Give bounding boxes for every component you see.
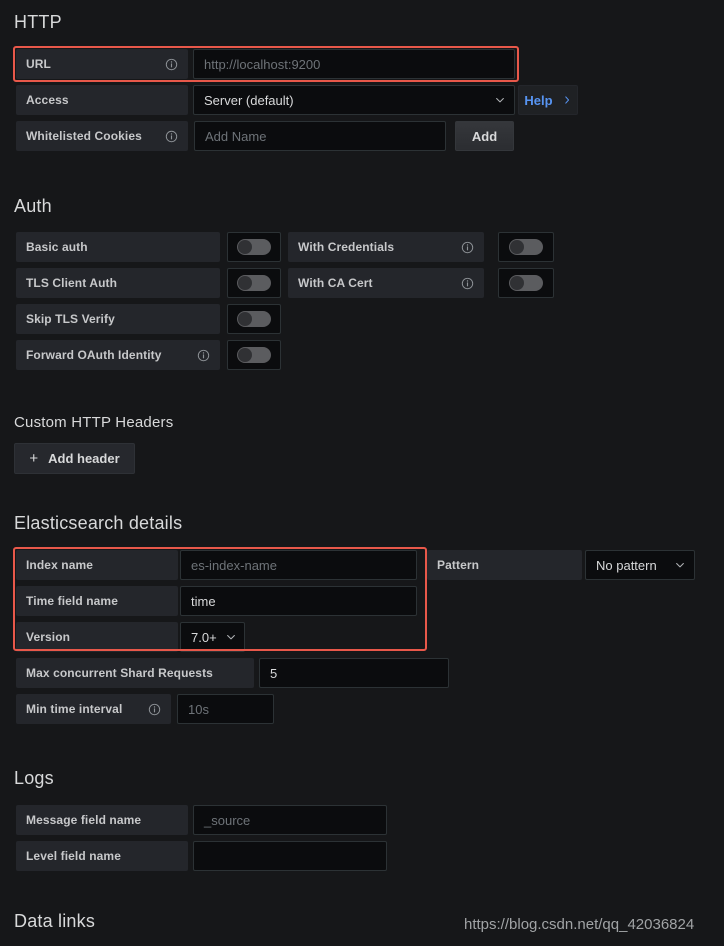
- version-select[interactable]: 7.0+: [180, 622, 245, 652]
- access-select[interactable]: Server (default): [193, 85, 515, 115]
- forward-oauth-identity-toggle[interactable]: [227, 340, 281, 370]
- chevron-down-icon: [666, 559, 686, 571]
- watermark-text: https://blog.csdn.net/qq_42036824: [464, 916, 695, 933]
- with-ca-cert-info-icon[interactable]: [461, 277, 474, 290]
- whitelisted-cookies-input[interactable]: Add Name: [194, 121, 446, 151]
- index-name-label: Index name: [26, 558, 94, 572]
- chevron-down-icon: [486, 94, 506, 106]
- with-ca-cert-label: With CA Cert: [298, 276, 373, 290]
- level-field-name-input[interactable]: [193, 841, 387, 871]
- skip-tls-verify-toggle[interactable]: [227, 304, 281, 334]
- whitelisted-cookies-info-icon[interactable]: [165, 130, 178, 143]
- version-label: Version: [26, 630, 71, 644]
- max-concurrent-shard-requests-input[interactable]: 5: [259, 658, 449, 688]
- min-time-interval-label-box: Min time interval: [16, 694, 171, 724]
- auth-row-skip-tls-verify-label-box: Skip TLS Verify: [16, 304, 220, 334]
- url-info-icon[interactable]: [165, 58, 178, 71]
- message-field-name-label-box: Message field name: [16, 805, 188, 835]
- help-label: Help: [524, 92, 553, 108]
- chevron-right-icon: [562, 95, 572, 105]
- url-label-box: URL: [16, 49, 188, 79]
- time-field-name-label-box: Time field name: [16, 586, 178, 616]
- auth-row-tls-client-auth-label-box: TLS Client Auth: [16, 268, 220, 298]
- access-label-box: Access: [16, 85, 188, 115]
- level-field-name-label-box: Level field name: [16, 841, 188, 871]
- time-field-name-label: Time field name: [26, 594, 118, 608]
- version-value: 7.0+: [191, 629, 217, 645]
- message-field-name-label: Message field name: [26, 813, 142, 827]
- section-title-logs: Logs: [14, 768, 54, 788]
- whitelisted-cookies-label: Whitelisted Cookies: [26, 129, 142, 143]
- plus-icon: +: [29, 450, 39, 467]
- min-time-interval-label: Min time interval: [26, 702, 123, 716]
- basic-auth-label: Basic auth: [26, 240, 88, 254]
- section-title-elasticsearch-details: Elasticsearch details: [14, 513, 183, 533]
- url-label: URL: [26, 57, 51, 71]
- section-title-data-links: Data links: [14, 911, 96, 931]
- message-field-name-input[interactable]: _source: [193, 805, 387, 835]
- toggle-switch: [237, 347, 271, 363]
- auth-row-forward-oauth-identity-label-box: Forward OAuth Identity: [16, 340, 220, 370]
- version-label-box: Version: [16, 622, 178, 652]
- pattern-label: Pattern: [437, 558, 480, 572]
- level-field-name-label: Level field name: [26, 849, 121, 863]
- toggle-switch: [509, 239, 543, 255]
- access-label: Access: [26, 93, 69, 107]
- with-credentials-label: With Credentials: [298, 240, 395, 254]
- add-header-label: Add header: [48, 451, 120, 466]
- toggle-switch: [237, 275, 271, 291]
- with-credentials-info-icon[interactable]: [461, 241, 474, 254]
- with-credentials-toggle[interactable]: [498, 232, 554, 262]
- tls-client-auth-label: TLS Client Auth: [26, 276, 118, 290]
- auth-row-with-credentials-label-box: With Credentials: [288, 232, 484, 262]
- add-cookie-button[interactable]: Add: [455, 121, 514, 151]
- section-title-custom-http-headers: Custom HTTP Headers: [14, 414, 174, 431]
- min-time-interval-input[interactable]: 10s: [177, 694, 274, 724]
- with-ca-cert-toggle[interactable]: [498, 268, 554, 298]
- forward-oauth-identity-label: Forward OAuth Identity: [26, 348, 162, 362]
- toggle-switch: [237, 239, 271, 255]
- basic-auth-toggle[interactable]: [227, 232, 281, 262]
- skip-tls-verify-label: Skip TLS Verify: [26, 312, 115, 326]
- section-title-auth: Auth: [14, 196, 52, 216]
- add-header-button[interactable]: + Add header: [14, 443, 135, 474]
- access-value: Server (default): [204, 92, 294, 108]
- max-concurrent-shard-requests-label-box: Max concurrent Shard Requests: [16, 658, 254, 688]
- url-input[interactable]: http://localhost:9200: [193, 49, 515, 79]
- min-time-interval-info-icon[interactable]: [148, 703, 161, 716]
- pattern-select[interactable]: No pattern: [585, 550, 695, 580]
- index-name-label-box: Index name: [16, 550, 178, 580]
- forward-oauth-identity-info-icon[interactable]: [197, 349, 210, 362]
- toggle-switch: [237, 311, 271, 327]
- section-title-http: HTTP: [14, 12, 62, 32]
- auth-row-with-ca-cert-label-box: With CA Cert: [288, 268, 484, 298]
- pattern-value: No pattern: [596, 557, 657, 573]
- time-field-name-input[interactable]: time: [180, 586, 417, 616]
- datasource-settings-page: HTTP URL http://localhost:9200 Access Se…: [0, 0, 724, 946]
- tls-client-auth-toggle[interactable]: [227, 268, 281, 298]
- auth-row-basic-auth-label-box: Basic auth: [16, 232, 220, 262]
- whitelisted-cookies-label-box: Whitelisted Cookies: [16, 121, 188, 151]
- toggle-switch: [509, 275, 543, 291]
- index-name-input[interactable]: es-index-name: [180, 550, 417, 580]
- max-concurrent-shard-requests-label: Max concurrent Shard Requests: [26, 666, 213, 680]
- help-button[interactable]: Help: [518, 85, 578, 115]
- pattern-label-box: Pattern: [427, 550, 582, 580]
- chevron-down-icon: [217, 631, 237, 643]
